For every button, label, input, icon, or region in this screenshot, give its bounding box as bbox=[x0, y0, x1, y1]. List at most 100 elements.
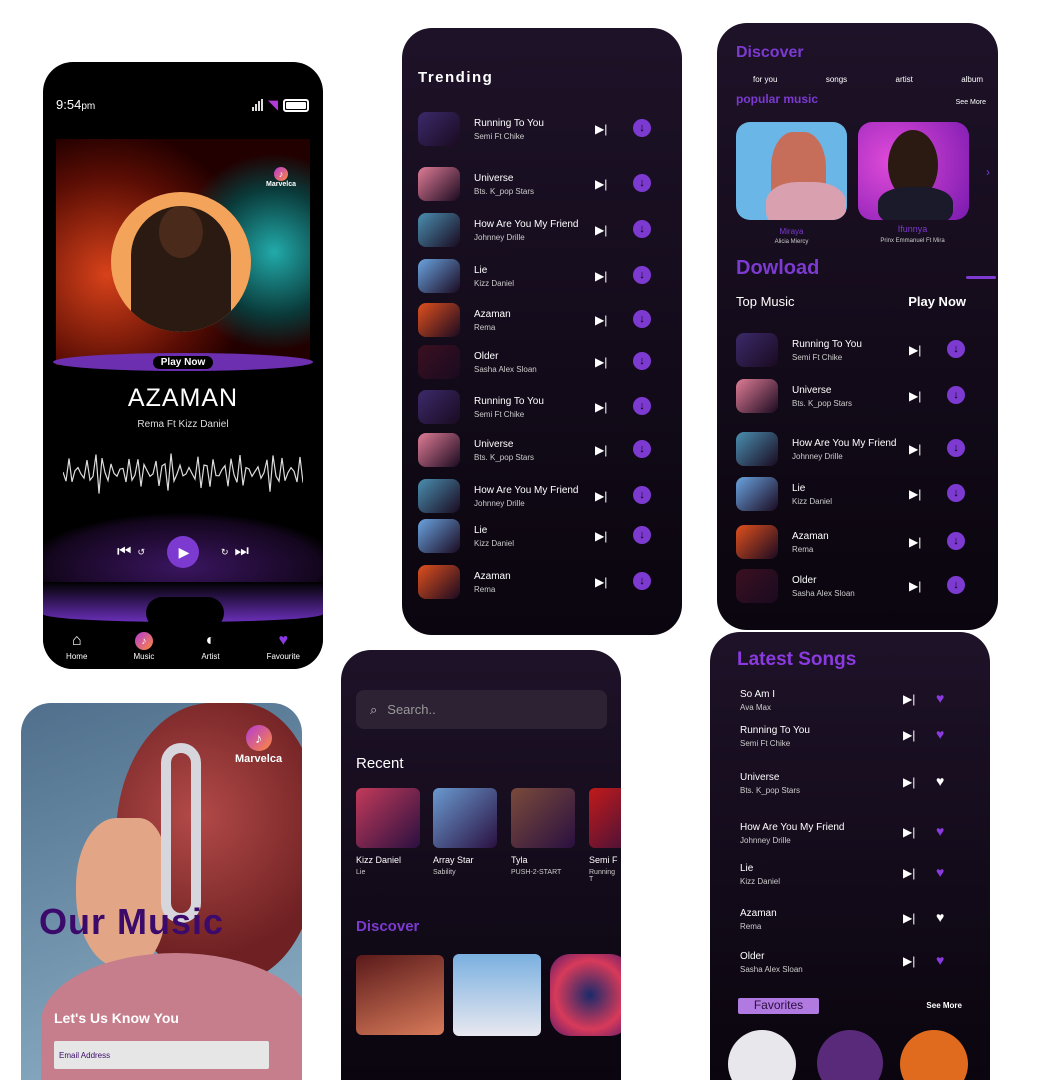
skip-icon[interactable]: ▶| bbox=[903, 728, 915, 742]
recent-tile[interactable] bbox=[433, 788, 497, 848]
track-row[interactable]: Universe Bts. K_pop Stars bbox=[418, 167, 534, 201]
nav-music[interactable]: ♪ Music bbox=[133, 632, 154, 661]
download-icon[interactable]: ↓ bbox=[947, 340, 965, 358]
skip-icon[interactable]: ▶| bbox=[909, 343, 921, 357]
track-row[interactable]: How Are You My Friend Johnney Drille bbox=[418, 479, 579, 513]
heart-icon[interactable]: ♥ bbox=[936, 726, 944, 742]
chevron-right-icon[interactable]: › bbox=[986, 165, 990, 179]
tab-for-you[interactable]: for you bbox=[753, 75, 777, 84]
latest-song-row[interactable]: Azaman Rema bbox=[740, 908, 777, 931]
tab-album[interactable]: album bbox=[961, 75, 983, 84]
skip-icon[interactable]: ▶| bbox=[595, 489, 607, 503]
download-icon[interactable]: ↓ bbox=[947, 386, 965, 404]
skip-icon[interactable]: ▶| bbox=[909, 579, 921, 593]
see-more-link[interactable]: See More bbox=[926, 1001, 962, 1010]
skip-icon[interactable]: ▶| bbox=[595, 355, 607, 369]
download-icon[interactable]: ↓ bbox=[947, 532, 965, 550]
skip-icon[interactable]: ▶| bbox=[903, 775, 915, 789]
track-row[interactable]: Lie Kizz Daniel bbox=[736, 477, 832, 511]
nav-home[interactable]: ⌂ Home bbox=[66, 632, 87, 661]
nav-artist[interactable]: ◐ Artist bbox=[200, 632, 220, 661]
track-row[interactable]: Lie Kizz Daniel bbox=[418, 259, 514, 293]
play-now-button[interactable]: Play Now bbox=[53, 353, 313, 371]
previous-icon[interactable]: ⏮ bbox=[117, 543, 131, 561]
skip-icon[interactable]: ▶| bbox=[903, 866, 915, 880]
favorite-artist[interactable] bbox=[728, 1030, 796, 1080]
nav-favourite[interactable]: ♥ Favourite bbox=[267, 632, 300, 661]
download-icon[interactable]: ↓ bbox=[633, 266, 651, 284]
download-icon[interactable]: ↓ bbox=[633, 119, 651, 137]
track-row[interactable]: Azaman Rema bbox=[418, 303, 511, 337]
discover-tile[interactable] bbox=[550, 954, 621, 1036]
download-icon[interactable]: ↓ bbox=[633, 397, 651, 415]
skip-icon[interactable]: ▶| bbox=[903, 825, 915, 839]
email-field[interactable]: Email Address bbox=[54, 1041, 269, 1069]
skip-icon[interactable]: ▶| bbox=[903, 692, 915, 706]
latest-song-row[interactable]: So Am I Ava Max bbox=[740, 689, 775, 712]
download-icon[interactable]: ↓ bbox=[633, 352, 651, 370]
download-icon[interactable]: ↓ bbox=[633, 440, 651, 458]
next-icon[interactable]: ⏭ bbox=[235, 543, 249, 561]
track-row[interactable]: Lie Kizz Daniel bbox=[418, 519, 514, 553]
heart-icon[interactable]: ♥ bbox=[936, 952, 944, 968]
download-icon[interactable]: ↓ bbox=[633, 174, 651, 192]
skip-icon[interactable]: ▶| bbox=[595, 122, 607, 136]
skip-icon[interactable]: ▶| bbox=[595, 177, 607, 191]
track-row[interactable]: Universe Bts. K_pop Stars bbox=[418, 433, 534, 467]
play-now-button[interactable]: Play Now bbox=[908, 294, 966, 309]
favorite-artist[interactable] bbox=[900, 1030, 968, 1080]
download-icon[interactable]: ↓ bbox=[633, 310, 651, 328]
forward-icon[interactable]: ↻ bbox=[221, 547, 229, 558]
latest-song-row[interactable]: Lie Kizz Daniel bbox=[740, 863, 780, 886]
heart-icon[interactable]: ♥ bbox=[936, 909, 944, 925]
track-row[interactable]: Running To You Semi Ft Chike bbox=[418, 390, 544, 424]
skip-icon[interactable]: ▶| bbox=[595, 575, 607, 589]
popular-card-miraya[interactable] bbox=[736, 122, 847, 220]
rewind-icon[interactable]: ↺ bbox=[137, 547, 145, 558]
recent-tile[interactable] bbox=[589, 788, 621, 848]
track-row[interactable]: How Are You My Friend Johnney Drille bbox=[418, 213, 579, 247]
popular-card-ifunnya[interactable] bbox=[858, 122, 969, 220]
download-icon[interactable]: ↓ bbox=[947, 484, 965, 502]
heart-icon[interactable]: ♥ bbox=[936, 773, 944, 789]
track-row[interactable]: Running To You Semi Ft Chike bbox=[418, 112, 544, 146]
favorites-tab[interactable]: Favorites bbox=[738, 998, 819, 1014]
skip-icon[interactable]: ▶| bbox=[909, 487, 921, 501]
skip-icon[interactable]: ▶| bbox=[909, 389, 921, 403]
download-icon[interactable]: ↓ bbox=[633, 486, 651, 504]
heart-icon[interactable]: ♥ bbox=[936, 864, 944, 880]
tab-artist[interactable]: artist bbox=[896, 75, 913, 84]
discover-tile[interactable] bbox=[453, 954, 541, 1036]
track-row[interactable]: Running To You Semi Ft Chike bbox=[736, 333, 862, 367]
download-icon[interactable]: ↓ bbox=[947, 439, 965, 457]
discover-tile[interactable] bbox=[356, 955, 444, 1035]
search-input[interactable]: ⌕ Search.. bbox=[356, 690, 607, 729]
heart-icon[interactable]: ♥ bbox=[936, 690, 944, 706]
recent-tile[interactable] bbox=[356, 788, 420, 848]
download-icon[interactable]: ↓ bbox=[633, 220, 651, 238]
skip-icon[interactable]: ▶| bbox=[909, 535, 921, 549]
track-row[interactable]: Older Sasha Alex Sloan bbox=[418, 345, 537, 379]
track-row[interactable]: Azaman Rema bbox=[418, 565, 511, 599]
download-icon[interactable]: ↓ bbox=[947, 576, 965, 594]
skip-icon[interactable]: ▶| bbox=[595, 269, 607, 283]
download-icon[interactable]: ↓ bbox=[633, 526, 651, 544]
latest-song-row[interactable]: How Are You My Friend Johnney Drille bbox=[740, 822, 845, 845]
see-more-link[interactable]: See More bbox=[956, 99, 986, 106]
skip-icon[interactable]: ▶| bbox=[595, 443, 607, 457]
tab-songs[interactable]: songs bbox=[826, 75, 847, 84]
skip-icon[interactable]: ▶| bbox=[595, 313, 607, 327]
skip-icon[interactable]: ▶| bbox=[903, 911, 915, 925]
skip-icon[interactable]: ▶| bbox=[903, 954, 915, 968]
skip-icon[interactable]: ▶| bbox=[909, 442, 921, 456]
track-row[interactable]: Azaman Rema bbox=[736, 525, 829, 559]
download-icon[interactable]: ↓ bbox=[633, 572, 651, 590]
favorite-artist[interactable] bbox=[817, 1030, 883, 1080]
track-row[interactable]: Older Sasha Alex Sloan bbox=[736, 569, 855, 603]
recent-tile[interactable] bbox=[511, 788, 575, 848]
play-button[interactable]: ▶ bbox=[167, 536, 199, 568]
latest-song-row[interactable]: Universe Bts. K_pop Stars bbox=[740, 772, 800, 795]
heart-icon[interactable]: ♥ bbox=[936, 823, 944, 839]
latest-song-row[interactable]: Running To You Semi Ft Chike bbox=[740, 725, 810, 748]
latest-song-row[interactable]: Older Sasha Alex Sloan bbox=[740, 951, 803, 974]
